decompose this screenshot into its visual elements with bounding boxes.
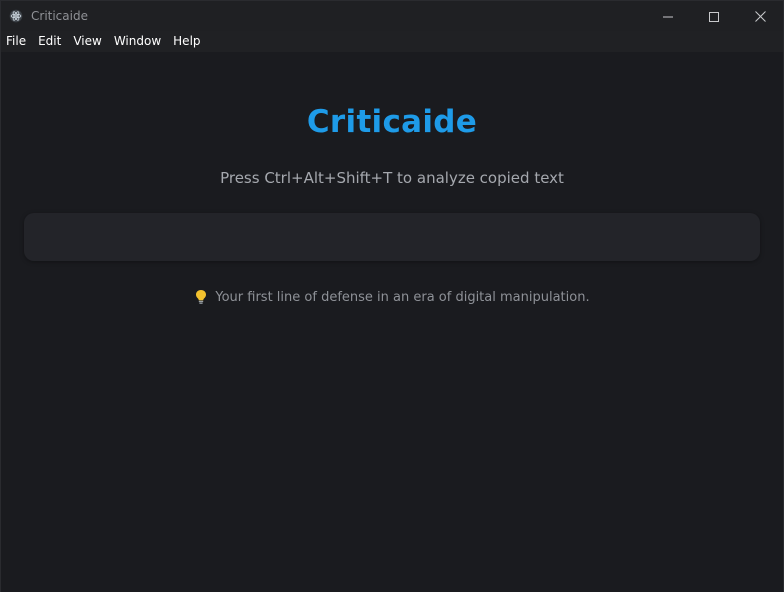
menu-edit[interactable]: Edit: [32, 31, 67, 52]
shortcut-hint: Press Ctrl+Alt+Shift+T to analyze copied…: [220, 169, 564, 187]
minimize-icon: [663, 7, 673, 26]
close-button[interactable]: [737, 1, 783, 31]
maximize-button[interactable]: [691, 1, 737, 31]
menu-view[interactable]: View: [67, 31, 107, 52]
main-content: Criticaide Press Ctrl+Alt+Shift+T to ana…: [1, 52, 783, 592]
close-icon: [754, 7, 766, 26]
maximize-icon: [709, 7, 719, 26]
menu-bar: File Edit View Window Help: [1, 31, 783, 52]
minimize-button[interactable]: [645, 1, 691, 31]
tagline: Your first line of defense in an era of …: [1, 289, 783, 305]
menu-file[interactable]: File: [1, 31, 32, 52]
window-title: Criticaide: [31, 9, 88, 23]
tagline-text: Your first line of defense in an era of …: [215, 289, 590, 305]
lightbulb-icon: [194, 289, 208, 305]
app-window: Criticaide File Edit View Window Help Cr…: [0, 0, 784, 592]
electron-atom-icon: [9, 9, 23, 23]
app-heading: Criticaide: [306, 104, 478, 140]
menu-help[interactable]: Help: [167, 31, 206, 52]
window-controls: [645, 1, 783, 31]
analysis-result-panel: [24, 213, 760, 261]
menu-window[interactable]: Window: [108, 31, 167, 52]
title-bar[interactable]: Criticaide: [1, 1, 783, 31]
